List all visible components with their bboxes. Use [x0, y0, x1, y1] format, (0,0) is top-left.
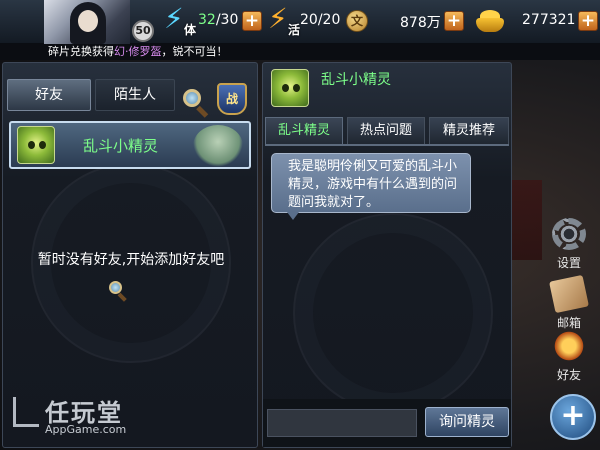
announcement-ticker: 碎片兑换获得幻·修罗盔，锐不可当！	[0, 44, 600, 60]
coin-icon: 文	[346, 10, 368, 32]
expand-menu-button[interactable]: +	[550, 394, 596, 440]
player-avatar[interactable]	[44, 0, 130, 44]
ticker-highlight-item: 幻·修罗盔	[114, 45, 162, 58]
empty-friends-message: 暂时没有好友,开始添加好友吧	[37, 252, 225, 268]
gear-icon	[552, 218, 586, 250]
sprite-message-bubble: 我是聪明伶俐又可爱的乱斗小精灵，游戏中有什么遇到的问题问我就对了。	[271, 153, 471, 213]
add-coins-button[interactable]: +	[444, 11, 464, 31]
tab-strangers[interactable]: 陌生人	[95, 79, 175, 111]
panel-emblem-decoration	[293, 213, 493, 413]
sprite-panel-title: 乱斗小精灵	[321, 72, 391, 88]
settings-button[interactable]: 设置	[550, 218, 588, 271]
top-status-bar: 50 ⚡ 体 32/30 + ⚡ 活 20/20 文 878万 + 277321…	[0, 0, 600, 44]
friends-panel: 好友 陌生人 战 乱斗小精灵 暂时没有好友,开始添加好友吧 任玩堂 AppGam…	[2, 62, 258, 448]
add-stamina-button[interactable]: +	[242, 11, 262, 31]
mailbox-button[interactable]: 邮箱	[549, 274, 589, 331]
friends-button[interactable]: 好友	[550, 330, 588, 383]
friends-icon	[552, 330, 586, 362]
question-input[interactable]	[267, 409, 417, 437]
background-banner	[512, 180, 542, 260]
magnifier-icon	[183, 89, 201, 107]
sprite-avatar-icon	[271, 69, 309, 107]
activity-value: 20/20	[300, 12, 341, 28]
site-watermark: 任玩堂 AppGame.com	[13, 393, 163, 443]
sprite-avatar-icon	[17, 126, 55, 164]
stamina-icon: ⚡ 体	[164, 2, 196, 37]
gold-ingot-icon	[476, 8, 504, 34]
tab-friends[interactable]: 好友	[7, 79, 91, 111]
sprite-friend-entry[interactable]: 乱斗小精灵	[9, 121, 251, 169]
ingots-value: 277321	[522, 12, 576, 28]
watermark-logo-icon	[13, 397, 39, 427]
search-friend-button[interactable]	[181, 87, 211, 118]
add-friend-search-button[interactable]	[107, 279, 129, 302]
tab-sprite[interactable]: 乱斗精灵	[265, 117, 343, 145]
activity-icon: ⚡ 活	[268, 2, 300, 37]
sprite-chat-panel: 乱斗小精灵 乱斗精灵 热点问题 精灵推荐 我是聪明伶俐又可爱的乱斗小精灵，游戏中…	[262, 62, 512, 448]
stamina-value: 32/30	[198, 12, 239, 28]
battle-icon[interactable]: 战	[217, 83, 247, 115]
coins-value: 878万	[400, 15, 441, 31]
ask-sprite-button[interactable]: 询问精灵	[425, 407, 509, 437]
tab-sprite-recommend[interactable]: 精灵推荐	[429, 117, 509, 145]
tab-divider	[265, 144, 509, 146]
add-ingots-button[interactable]: +	[578, 11, 598, 31]
tab-hot-questions[interactable]: 热点问题	[347, 117, 425, 145]
bubble-tail	[287, 212, 299, 220]
sprite-entry-name: 乱斗小精灵	[83, 137, 159, 155]
mail-icon	[549, 274, 589, 314]
player-level-badge: 50	[132, 20, 154, 42]
sprite-ghost-icon	[193, 125, 243, 167]
